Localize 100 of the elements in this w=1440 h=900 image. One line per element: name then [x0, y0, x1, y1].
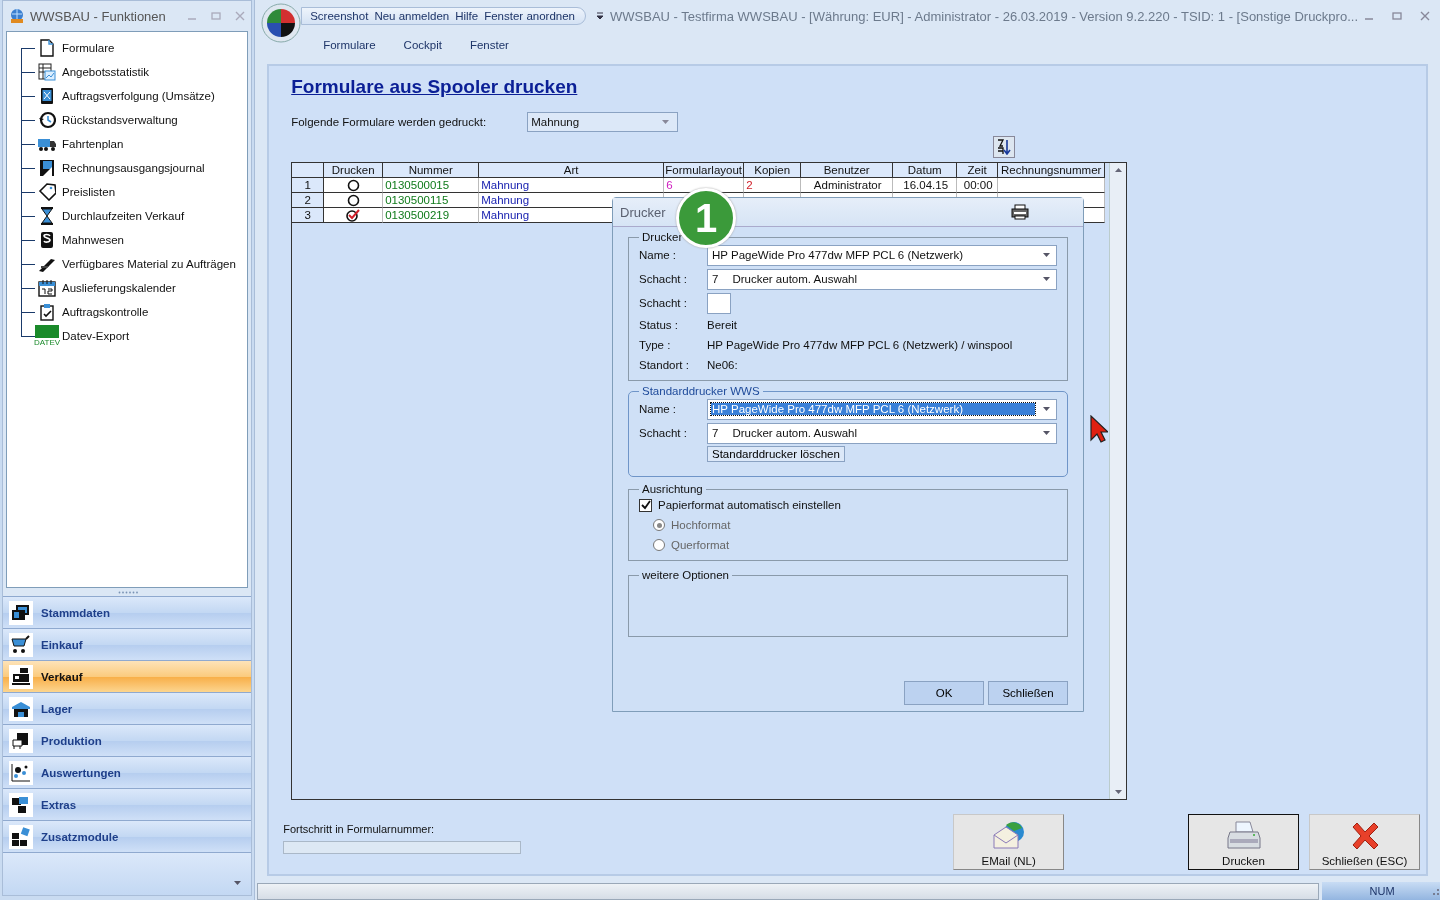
menu-tab[interactable]: Formulare: [311, 39, 388, 51]
table-cell: 0130500015: [383, 178, 480, 193]
toolbar-button[interactable]: Hilfe: [453, 10, 481, 22]
tree-item[interactable]: Formulare: [62, 42, 115, 54]
close-icon[interactable]: [1420, 11, 1430, 21]
nav-button[interactable]: Produktion: [3, 724, 252, 756]
window-title: WWSBAU - Testfirma WWSBAU - [Währung: EUR] - Administrator - 26.03.2019 - Version 9.2.220 - TSID: 1 - [Sonstige Druckpro...: [610, 8, 1358, 24]
toolbar-button[interactable]: Screenshot: [308, 10, 371, 22]
clock-icon: [38, 111, 56, 129]
action-button[interactable]: Drucken: [1188, 814, 1299, 870]
action-button[interactable]: EMail (NL): [953, 814, 1065, 870]
input-field[interactable]: [707, 292, 731, 314]
cash-register-icon: [11, 666, 31, 687]
mouse-cursor-icon: [1090, 415, 1108, 443]
tag-icon: [38, 183, 56, 201]
field-label: Schacht :: [639, 297, 688, 309]
field-label: Type :: [639, 339, 672, 351]
document-icon: [38, 39, 56, 57]
dropdown-icon[interactable]: [596, 12, 604, 20]
tree-item[interactable]: Datev-Export: [62, 330, 130, 342]
column-header[interactable]: Art: [479, 163, 665, 178]
chart-table-icon: [38, 63, 56, 81]
caret-icon[interactable]: [234, 881, 242, 885]
nav-button[interactable]: Stammdaten: [3, 596, 252, 628]
tree-item[interactable]: Rückstandsverwaltung: [62, 114, 178, 126]
grip-icon[interactable]: [116, 590, 139, 594]
paragraph-icon: [38, 231, 56, 249]
envelope-globe-icon: [991, 821, 1026, 851]
table-cell: 00:00: [957, 178, 999, 193]
dialog-button[interactable]: OK: [904, 681, 984, 705]
row-header[interactable]: 3: [292, 208, 325, 223]
nav-button[interactable]: Einkauf: [3, 628, 252, 660]
nav-button[interactable]: Zusatzmodule: [3, 820, 252, 852]
sort-button[interactable]: [993, 136, 1016, 158]
ledger-icon: [38, 159, 56, 177]
field-label: Schacht :: [639, 427, 688, 439]
nav-button[interactable]: Verkauf: [3, 660, 252, 692]
menu-tab[interactable]: Fenster: [457, 39, 521, 51]
dropdown-field[interactable]: 7 Drucker autom. Auswahl: [707, 422, 1057, 444]
scroll-down-icon[interactable]: [1114, 790, 1122, 794]
unchecked-icon[interactable]: [346, 178, 360, 192]
toolbar-button[interactable]: Neu anmelden: [372, 10, 452, 22]
clear-default-button[interactable]: Standarddrucker löschen: [707, 446, 845, 462]
column-header[interactable]: Formularlayout: [664, 163, 745, 178]
caret-icon: [1043, 277, 1050, 281]
cart-icon: [11, 634, 31, 655]
column-header[interactable]: Zeit: [957, 163, 999, 178]
tree-item[interactable]: Angebotsstatistik: [62, 66, 149, 78]
toolbar-button[interactable]: Fenster anordnen: [482, 10, 577, 22]
tree-item[interactable]: Auftragskontrolle: [62, 306, 149, 318]
caret-icon: [1043, 407, 1050, 411]
app-orb-icon[interactable]: [261, 3, 302, 43]
machine-icon: [11, 730, 31, 751]
tree-item[interactable]: Rechnungsausgangsjournal: [62, 162, 205, 174]
column-header[interactable]: Nummer: [383, 163, 480, 178]
field-label: Standort :: [639, 359, 690, 371]
scroll-up-icon[interactable]: [1114, 168, 1122, 172]
tree-item[interactable]: Auftragsverfolgung (Umsätze): [62, 90, 215, 102]
group-label: Drucker: [641, 231, 684, 243]
row-header[interactable]: 1: [292, 178, 325, 193]
tree-item[interactable]: Preislisten: [62, 186, 116, 198]
caret-icon: [662, 120, 670, 124]
column-header[interactable]: Datum: [893, 163, 958, 178]
dropdown-field[interactable]: 7 Drucker autom. Auswahl: [707, 268, 1057, 290]
table-cell: Administrator: [801, 178, 894, 193]
table-cell: 0130500219: [383, 208, 480, 223]
column-header[interactable]: Drucken: [324, 163, 384, 178]
form-type-dropdown[interactable]: Mahnung: [527, 112, 679, 132]
tree-item[interactable]: Mahnwesen: [62, 234, 124, 246]
tree-item[interactable]: Fahrtenplan: [62, 138, 124, 150]
logo-text: DATEV: [33, 338, 61, 347]
table-cell: 0130500115: [383, 193, 480, 208]
tree-item[interactable]: Auslieferungskalender: [62, 282, 176, 294]
resize-grip-icon[interactable]: [1430, 886, 1440, 896]
column-header[interactable]: Rechnungsnummer: [998, 163, 1106, 178]
row-header[interactable]: 2: [292, 193, 325, 208]
corner-cell[interactable]: [292, 163, 325, 178]
group-label: Standarddrucker WWS: [641, 385, 761, 397]
dropdown-field[interactable]: HP PageWide Pro 477dw MFP PCL 6 (Netzwerk): [707, 398, 1057, 420]
field-label: Schacht :: [639, 273, 688, 285]
nav-button[interactable]: Extras: [3, 788, 252, 820]
checked-icon[interactable]: [346, 208, 361, 222]
checkbox[interactable]: [639, 498, 652, 512]
action-button[interactable]: Schließen (ESC): [1309, 814, 1420, 870]
field-value: HP PageWide Pro 477dw MFP PCL 6 (Netzwerk) / winspool: [707, 339, 1013, 351]
nav-button[interactable]: Lager: [3, 692, 252, 724]
printer-icon[interactable]: [1011, 204, 1029, 220]
dropdown-field[interactable]: HP PageWide Pro 477dw MFP PCL 6 (Netzwerk): [707, 244, 1057, 266]
filter-label: Folgende Formulare werden gedruckt:: [291, 116, 488, 128]
tree-item[interactable]: Durchlaufzeiten Verkauf: [62, 210, 185, 222]
tree-item[interactable]: Verfügbares Material zu Aufträgen: [62, 258, 236, 270]
scatter-icon: [11, 762, 31, 783]
menu-tab[interactable]: Cockpit: [391, 39, 454, 51]
scrollbar[interactable]: [1109, 163, 1127, 799]
dialog-button[interactable]: Schließen: [988, 681, 1068, 705]
column-header[interactable]: Kopien: [744, 163, 802, 178]
nav-button[interactable]: Auswertungen: [3, 756, 252, 788]
caret-icon: [1043, 431, 1050, 435]
unchecked-icon[interactable]: [346, 193, 360, 207]
column-header[interactable]: Benutzer: [801, 163, 894, 178]
